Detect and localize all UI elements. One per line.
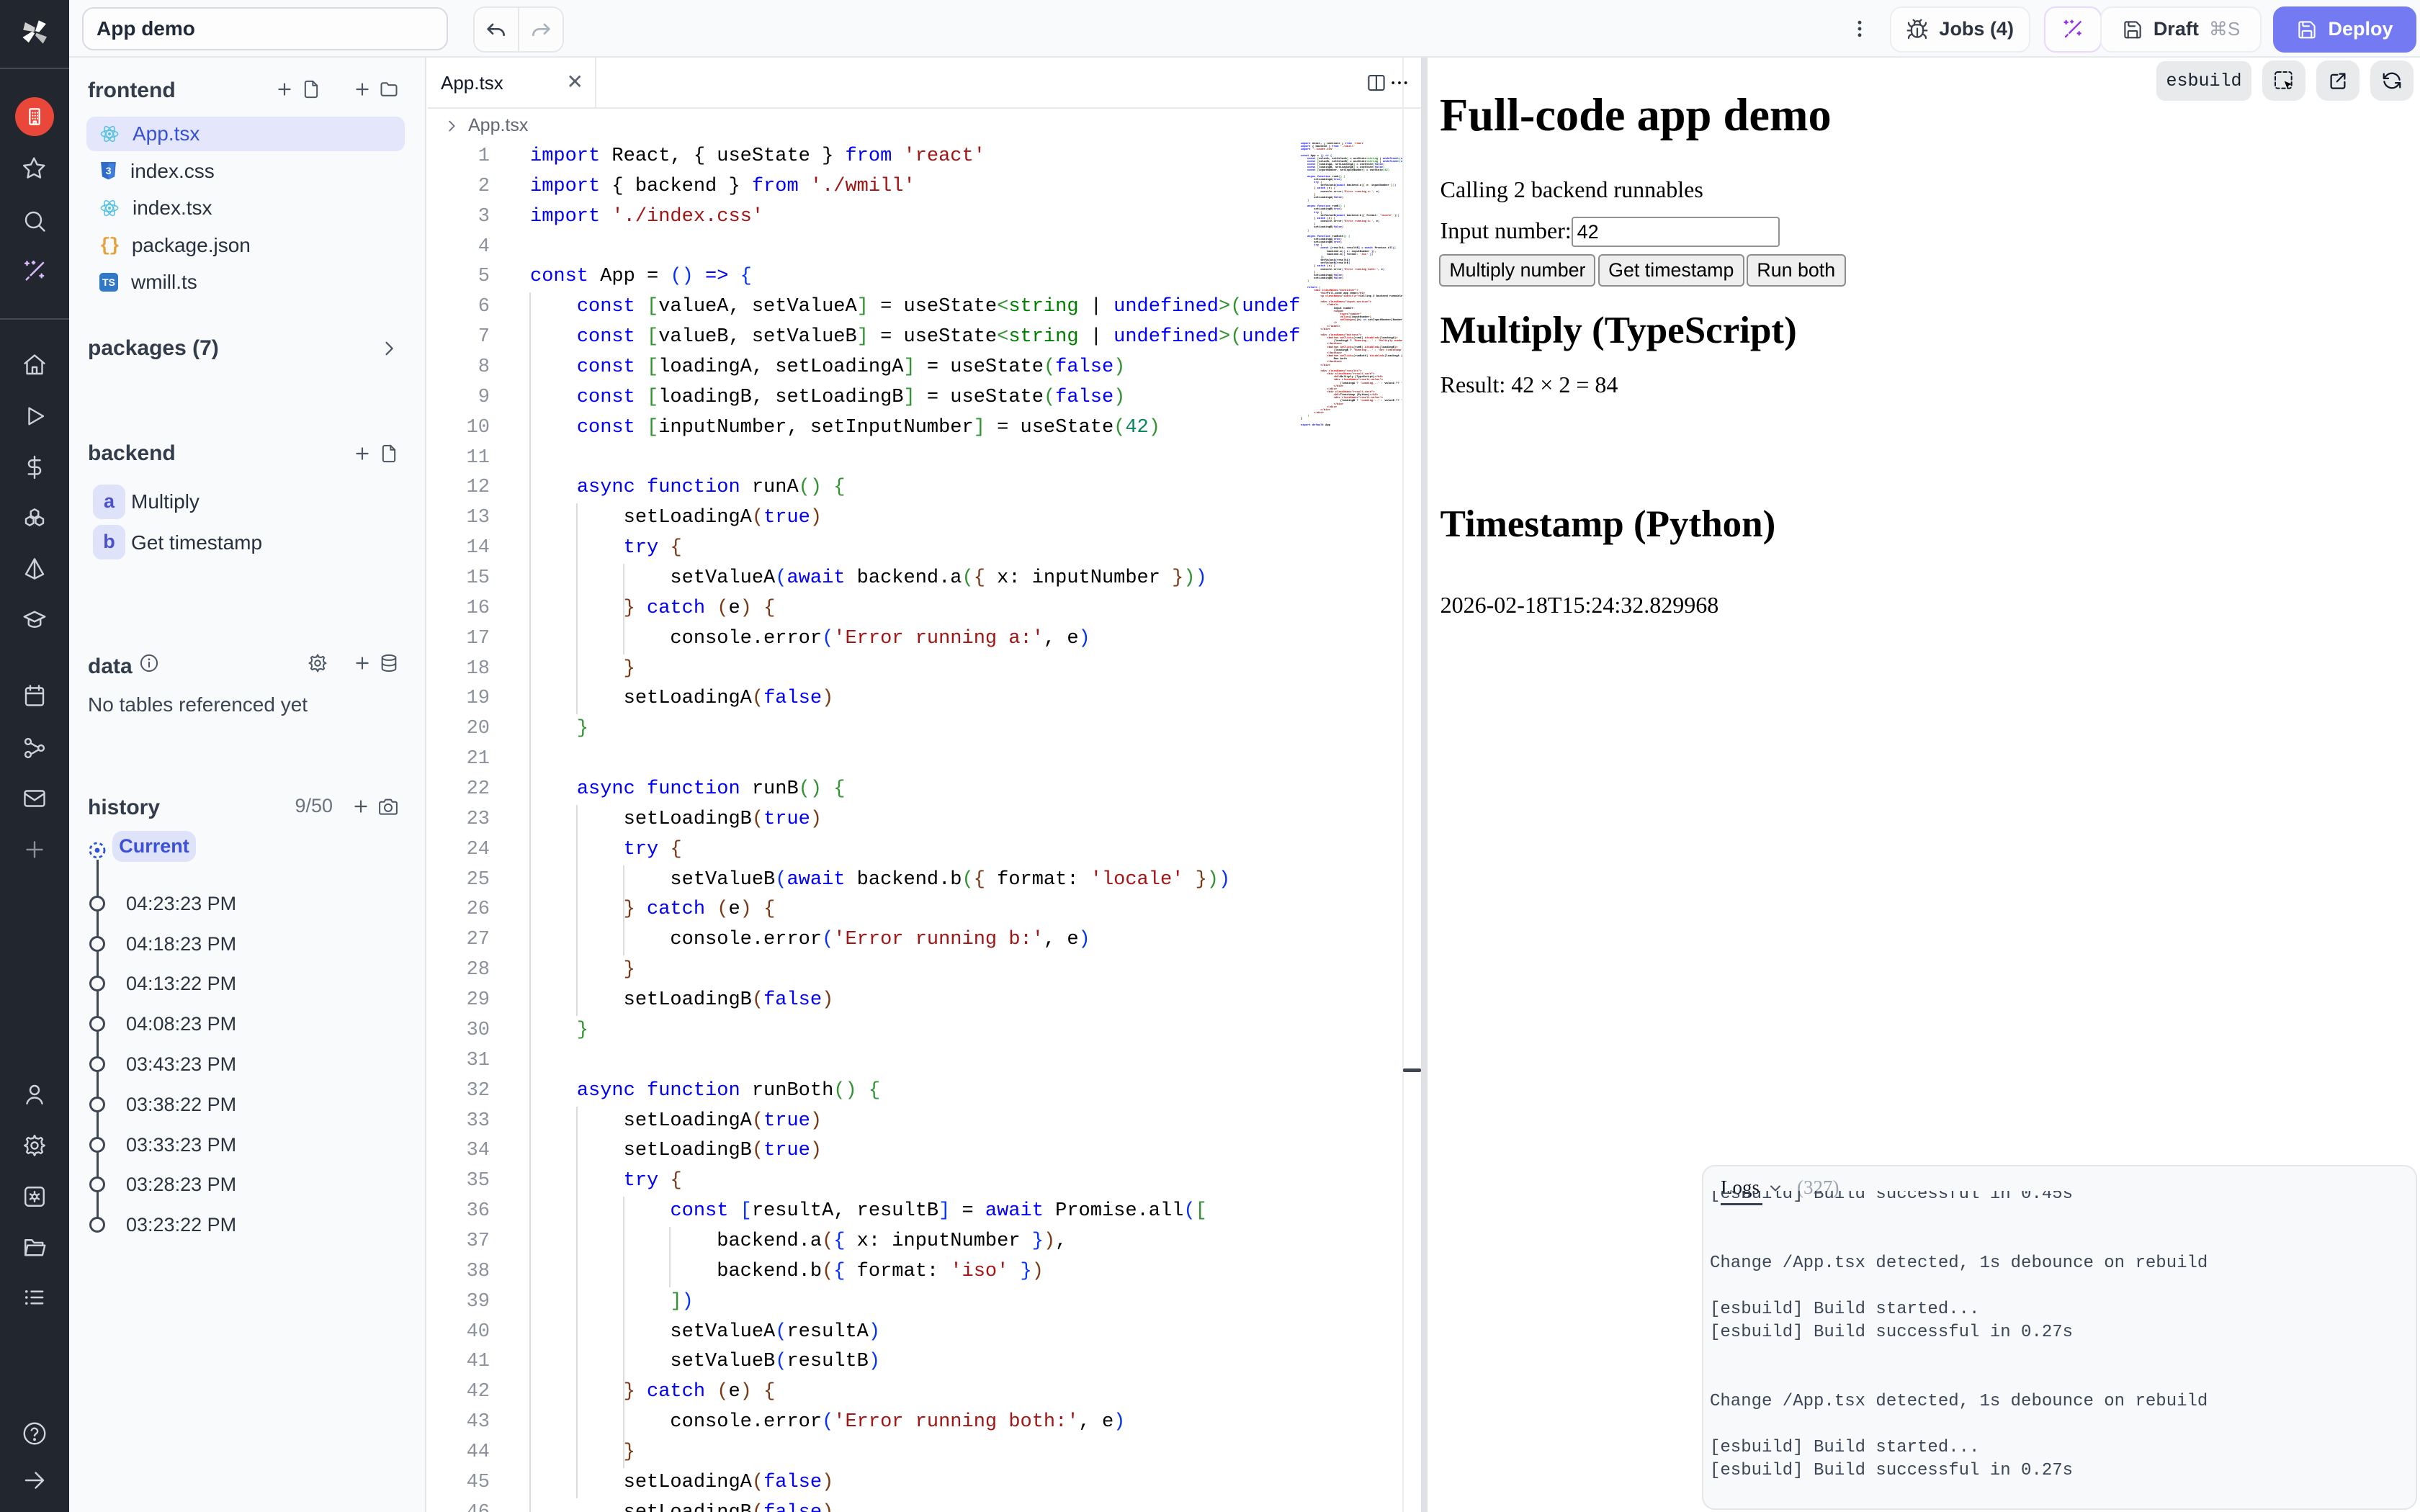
svg-text:3: 3 <box>106 165 112 176</box>
